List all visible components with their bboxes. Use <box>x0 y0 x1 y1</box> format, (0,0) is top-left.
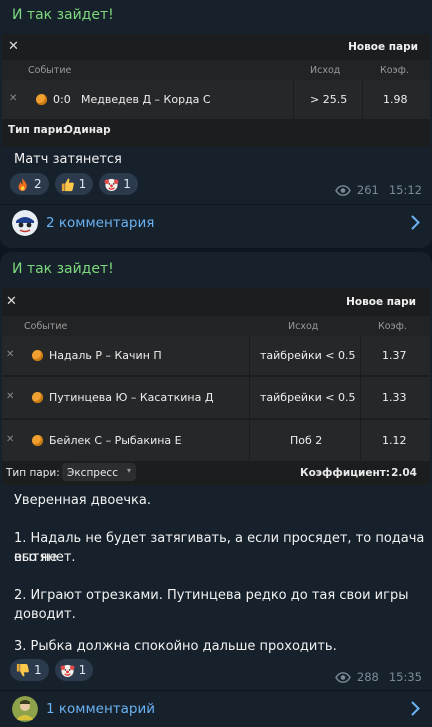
coupon-header: ✕ Новое пари <box>2 34 430 60</box>
column-odds: Коэф. <box>380 65 409 76</box>
message-line: вытянет. <box>14 550 76 565</box>
comments-label: 2 комментария <box>46 215 155 231</box>
bet-type-select[interactable]: Экспресс ▾ <box>62 463 136 481</box>
reaction-count: 1 <box>123 177 131 191</box>
thumbs-down-icon <box>16 663 29 676</box>
chevron-down-icon: ▾ <box>126 466 131 475</box>
message-line: Уверенная двоечка. <box>14 493 151 508</box>
comments-button[interactable]: 2 комментария <box>0 206 432 242</box>
event-name: Надаль Р – Качин П <box>49 349 162 362</box>
score: 0:0 <box>53 93 71 106</box>
comments-label: 1 комментарий <box>46 701 156 717</box>
column-outcome: Исход <box>310 65 341 76</box>
message-line: 2. Играют отрезками. Путинцева редко до … <box>14 588 409 603</box>
close-icon: ✕ <box>6 294 17 309</box>
event-name: Медведев Д – Корда С <box>81 93 211 106</box>
message-line: 1. Надаль не будет затягивать, а если пр… <box>14 531 425 565</box>
reaction-clown[interactable]: 1 <box>99 173 138 195</box>
outcome: тайбрейки < 0.5 <box>260 349 356 362</box>
bet-type-label: Тип пари: <box>6 467 60 479</box>
bet-coupon-image[interactable]: ✕ Новое пари Событие Исход Коэф. ✕ 0:0 М… <box>2 34 430 147</box>
coupon-row: ✕ Надаль Р – Качин П тайбрейки < 0.5 1.3… <box>2 336 430 376</box>
outcome: > 25.5 <box>310 93 348 106</box>
close-icon: ✕ <box>8 39 19 54</box>
reaction-count: 1 <box>34 663 42 677</box>
odds: 1.37 <box>382 349 407 362</box>
channel-post: И так зайдет! ✕ Новое пари Событие Исход… <box>0 252 432 727</box>
reaction-clown[interactable]: 1 <box>54 659 94 681</box>
message-text: Матч затянется <box>14 152 122 167</box>
outcome: Поб 2 <box>290 434 323 447</box>
message-line: доводит. <box>14 607 76 622</box>
post-meta: 261 15:12 <box>335 183 422 197</box>
reaction-count: 2 <box>34 177 42 191</box>
outcome: тайбрейки < 0.5 <box>260 391 356 404</box>
post-time: 15:12 <box>388 183 422 197</box>
column-odds: Коэф. <box>378 321 407 332</box>
post-meta: 288 15:35 <box>335 670 422 684</box>
eye-icon <box>335 671 351 683</box>
post-title: И так зайдет! <box>12 261 114 277</box>
tennis-ball-icon <box>36 94 47 105</box>
column-event: Событие <box>24 321 68 332</box>
thumbs-up-icon <box>61 178 74 191</box>
tennis-ball-icon <box>32 392 43 403</box>
views-count: 261 <box>356 183 379 197</box>
channel-post: И так зайдет! ✕ Новое пари Событие Исход… <box>0 0 432 248</box>
reaction-fire[interactable]: 2 <box>10 173 49 195</box>
remove-icon: ✕ <box>9 93 18 104</box>
reaction-count: 1 <box>78 663 87 677</box>
post-title: И так зайдет! <box>12 7 114 23</box>
coupon-title: Новое пари <box>346 296 416 308</box>
post-time: 15:35 <box>388 670 422 684</box>
views-count: 288 <box>356 670 379 684</box>
reaction-thumbs-up[interactable]: 1 <box>54 173 94 195</box>
odds: 1.33 <box>382 391 407 404</box>
odds: 1.98 <box>383 93 408 106</box>
event-name: Путинцева Ю – Касаткина Д <box>49 391 214 404</box>
bet-type-label: Тип пари: <box>8 124 67 136</box>
clown-icon <box>60 664 75 677</box>
clown-icon <box>104 178 119 191</box>
coupon-row: ✕ Путинцева Ю – Касаткина Д тайбрейки < … <box>2 377 430 419</box>
reaction-thumbs-down[interactable]: 1 <box>10 659 49 681</box>
odds: 1.12 <box>382 434 407 447</box>
remove-icon: ✕ <box>6 349 15 360</box>
bet-type: Экспресс <box>67 467 118 479</box>
message-line: 3. Рыбка должна спокойно дальше проходит… <box>14 639 337 654</box>
avatar <box>12 696 38 722</box>
total-odds: 2.04 <box>391 467 417 479</box>
chevron-right-icon <box>411 701 420 716</box>
coupon-columns: Событие Исход Коэф. <box>2 316 430 336</box>
comments-button[interactable]: 1 комментарий <box>0 692 432 727</box>
remove-icon: ✕ <box>6 391 15 402</box>
event-name: Бейлек С – Рыбакина Е <box>49 434 182 447</box>
coupon-row: ✕ 0:0 Медведев Д – Корда С > 25.5 1.98 <box>2 80 430 120</box>
coupon-title: Новое пари <box>348 41 418 53</box>
bet-type: Одинар <box>64 124 111 136</box>
eye-icon <box>335 184 351 196</box>
bet-coupon-image[interactable]: ✕ Новое пари Событие Исход Коэф. ✕ Надал… <box>2 288 430 485</box>
total-odds-label: Коэффициент: <box>299 467 390 479</box>
coupon-columns: Событие Исход Коэф. <box>2 60 430 80</box>
tennis-ball-icon <box>32 350 43 361</box>
reaction-count: 1 <box>78 177 87 191</box>
chevron-right-icon <box>411 215 420 230</box>
coupon-header: ✕ Новое пари <box>2 288 430 316</box>
column-event: Событие <box>28 65 72 76</box>
remove-icon: ✕ <box>6 434 15 445</box>
reactions-bar: 2 1 1 <box>10 173 138 195</box>
reactions-bar: 1 1 <box>10 659 94 681</box>
avatar <box>12 210 38 236</box>
coupon-row: ✕ Бейлек С – Рыбакина Е Поб 2 1.12 <box>2 420 430 462</box>
column-outcome: Исход <box>288 321 319 332</box>
fire-icon <box>18 177 27 191</box>
tennis-ball-icon <box>32 435 43 446</box>
